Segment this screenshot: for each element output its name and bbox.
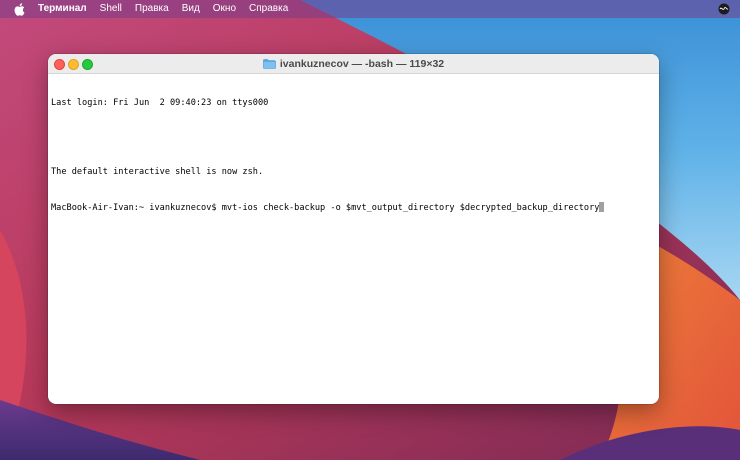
apple-logo-icon[interactable] <box>14 2 26 16</box>
text-cursor <box>599 201 605 212</box>
last-login-line: Last login: Fri Jun 2 09:40:23 on ttys00… <box>51 98 269 108</box>
siri-icon[interactable] <box>718 3 730 15</box>
window-titlebar[interactable]: ivankuznecov — -bash — 119×32 <box>48 54 659 74</box>
folder-icon <box>263 58 276 69</box>
menu-help[interactable]: Справка <box>249 0 288 18</box>
menu-app-terminal[interactable]: Терминал <box>38 0 87 18</box>
menu-bar: Терминал Shell Правка Вид Окно Справка <box>0 0 740 18</box>
menu-edit[interactable]: Правка <box>135 0 169 18</box>
window-title: ivankuznecov — -bash — 119×32 <box>279 57 445 70</box>
menu-view[interactable]: Вид <box>182 0 200 18</box>
command-line[interactable]: MacBook-Air-Ivan:~ ivankuznecov$ mvt-ios… <box>51 201 656 214</box>
menu-window[interactable]: Окно <box>213 0 236 18</box>
menu-shell[interactable]: Shell <box>100 0 122 18</box>
terminal-window[interactable]: ivankuznecov — -bash — 119×32 Last login… <box>48 54 659 404</box>
shell-notice-line: The default interactive shell is now zsh… <box>51 167 264 177</box>
terminal-output[interactable]: Last login: Fri Jun 2 09:40:23 on ttys00… <box>51 75 656 401</box>
window-title-group: ivankuznecov — -bash — 119×32 <box>48 54 659 73</box>
typed-command[interactable]: mvt-ios check-backup -o $mvt_output_dire… <box>222 203 600 213</box>
shell-prompt: MacBook-Air-Ivan:~ ivankuznecov$ <box>51 202 222 213</box>
